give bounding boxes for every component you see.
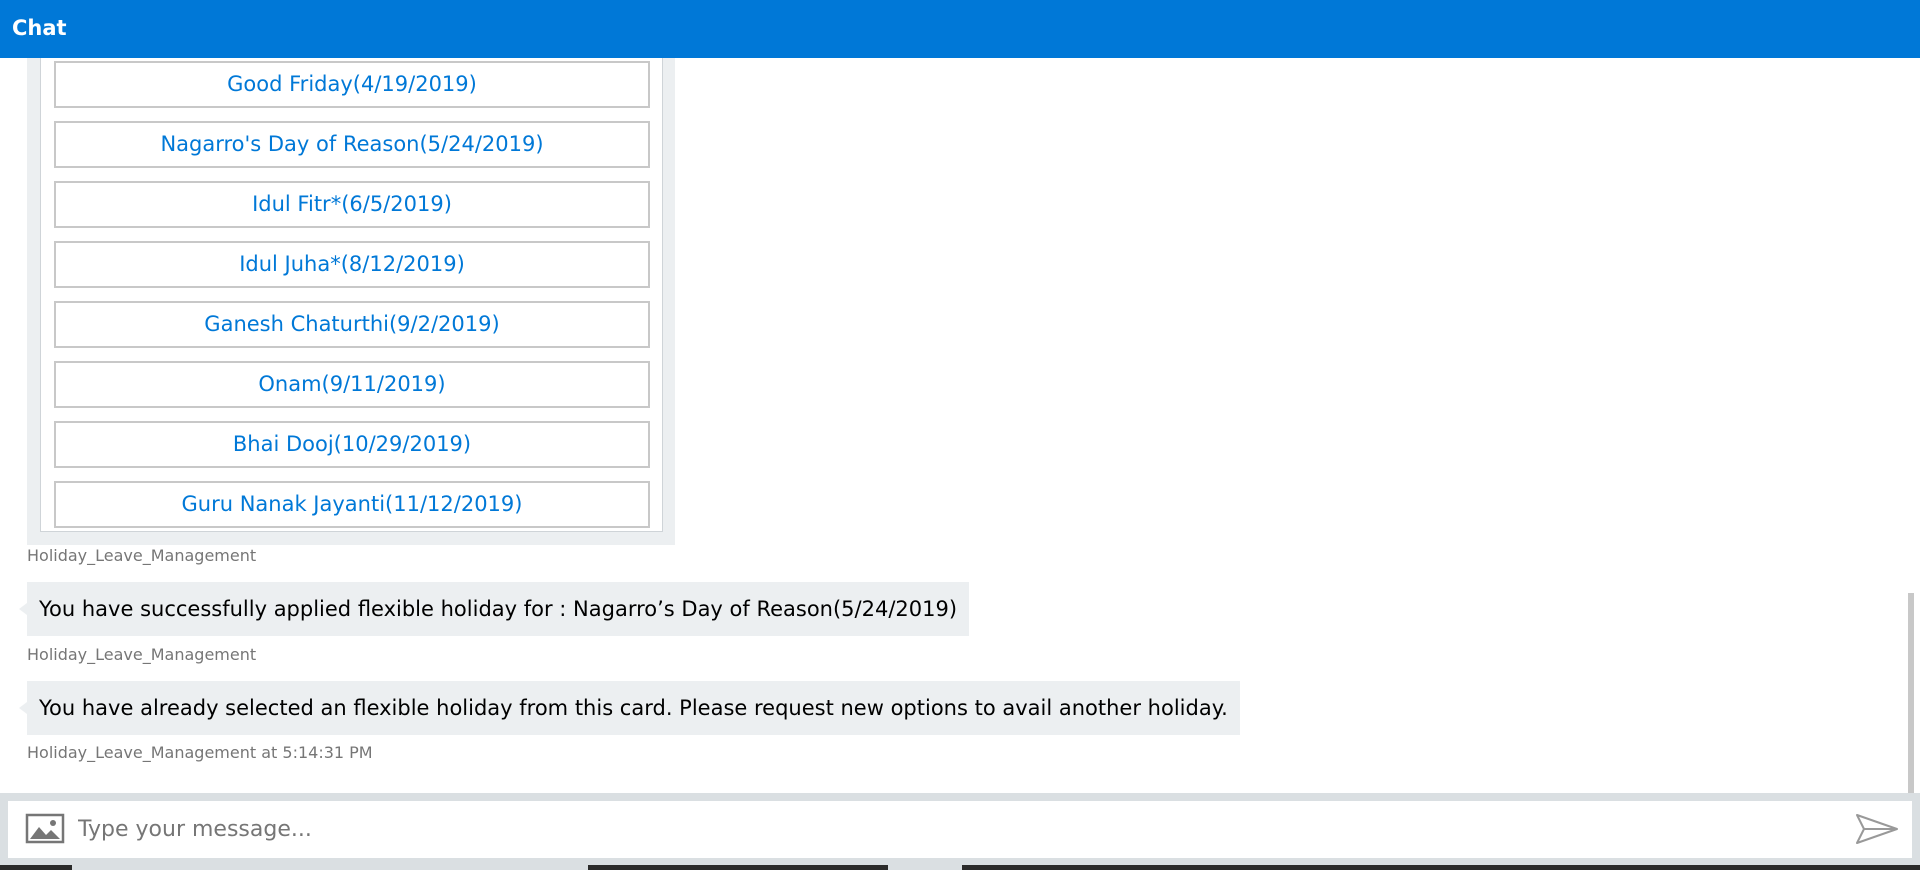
- chat-history[interactable]: Good Friday(4/19/2019) Nagarro's Day of …: [0, 58, 1920, 793]
- holiday-option-button[interactable]: Idul Fitr*(6/5/2019): [54, 181, 650, 228]
- message-input[interactable]: [78, 807, 1818, 851]
- taskbar-edge: [962, 865, 1920, 870]
- card-sender-label: Holiday_Leave_Management: [27, 546, 257, 565]
- holiday-option-button[interactable]: Onam(9/11/2019): [54, 361, 650, 408]
- holiday-option-button[interactable]: Guru Nanak Jayanti(11/12/2019): [54, 481, 650, 528]
- input-box: [8, 801, 1912, 858]
- holiday-card-body: Good Friday(4/19/2019) Nagarro's Day of …: [40, 58, 663, 532]
- image-upload-icon[interactable]: [24, 811, 66, 847]
- header-title: Chat: [12, 16, 67, 40]
- input-shell: [0, 793, 1920, 870]
- holiday-card: Good Friday(4/19/2019) Nagarro's Day of …: [27, 58, 675, 545]
- taskbar-edge: [588, 865, 888, 870]
- message-sender-timestamp: Holiday_Leave_Management at 5:14:31 PM: [27, 743, 373, 762]
- holiday-option-button[interactable]: Good Friday(4/19/2019): [54, 61, 650, 108]
- holiday-option-button[interactable]: Nagarro's Day of Reason(5/24/2019): [54, 121, 650, 168]
- history-scrollbar[interactable]: [1908, 593, 1914, 793]
- message-sender-label: Holiday_Leave_Management: [27, 645, 257, 664]
- chat-header: Chat: [0, 0, 1920, 58]
- bot-message-bubble: You have successfully applied flexible h…: [18, 582, 970, 636]
- holiday-option-button[interactable]: Bhai Dooj(10/29/2019): [54, 421, 650, 468]
- holiday-option-button[interactable]: Idul Juha*(8/12/2019): [54, 241, 650, 288]
- holiday-option-button[interactable]: Ganesh Chaturthi(9/2/2019): [54, 301, 650, 348]
- chat-app: Chat Good Friday(4/19/2019) Nagarro's Da…: [0, 0, 1920, 870]
- taskbar-edge: [0, 865, 72, 870]
- bot-message-bubble: You have already selected an flexible ho…: [19, 681, 1240, 735]
- send-icon[interactable]: [1853, 811, 1901, 847]
